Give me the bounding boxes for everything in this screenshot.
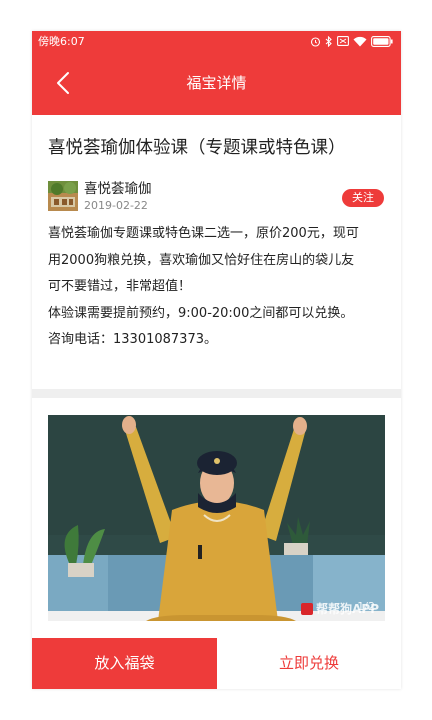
shop-name[interactable]: 喜悦荟瑜伽 — [84, 180, 152, 198]
product-photo[interactable]: 帮帮狗APP 1/2 — [48, 415, 385, 621]
watermark-logo-icon — [301, 602, 314, 615]
top-bar: 傍晚6:07 福宝详情 — [32, 31, 401, 115]
follow-button[interactable]: 关注 — [342, 189, 384, 207]
bluetooth-icon — [325, 35, 333, 47]
image-pager: 1/2 — [357, 600, 375, 613]
description-line: 可不要错过，非常超值！ — [48, 279, 192, 294]
description-line: 用2000狗粮兑换，喜欢瑜伽又恰好住在房山的袋儿友 — [48, 252, 355, 268]
status-icons — [310, 34, 393, 48]
page: 傍晚6:07 福宝详情 喜悦荟瑜伽体验课（专题课或特色课） 喜悦荟瑜伽 2019… — [0, 0, 432, 720]
add-to-bag-button[interactable]: 放入福袋 — [32, 638, 217, 689]
shop-avatar[interactable] — [48, 181, 78, 211]
redeem-button[interactable]: 立即兑换 — [217, 638, 401, 689]
image-gallery-card: 帮帮狗APP 1/2 — [32, 398, 401, 638]
status-time: 傍晚6:07 — [38, 35, 85, 48]
product-description: 喜悦荟瑜伽专题课或特色课二选一，原价200元，现可 用2000狗粮兑换，喜欢瑜伽… — [48, 221, 388, 354]
description-line: 喜悦荟瑜伽专题课或特色课二选一，原价200元，现可 — [48, 226, 359, 241]
sim-icon — [337, 36, 349, 46]
phone-screen: 傍晚6:07 福宝详情 喜悦荟瑜伽体验课（专题课或特色课） 喜悦荟瑜伽 2019… — [32, 31, 401, 689]
description-line: 体验课需要提前预约，9:00-20:00之间都可以兑换。 — [48, 305, 354, 321]
bottom-action-bar: 放入福袋 立即兑换 — [32, 638, 401, 689]
product-info-card: 喜悦荟瑜伽体验课（专题课或特色课） 喜悦荟瑜伽 2019-02-22 关注 喜悦… — [32, 115, 401, 389]
description-line[interactable]: 咨询电话：13301087373。 — [48, 327, 388, 354]
page-title: 福宝详情 — [186, 74, 247, 92]
alarm-icon — [310, 36, 321, 47]
publish-date: 2019-02-22 — [84, 199, 148, 212]
battery-icon — [371, 35, 393, 47]
product-title: 喜悦荟瑜伽体验课（专题课或特色课） — [48, 138, 346, 158]
wifi-icon — [353, 36, 367, 47]
